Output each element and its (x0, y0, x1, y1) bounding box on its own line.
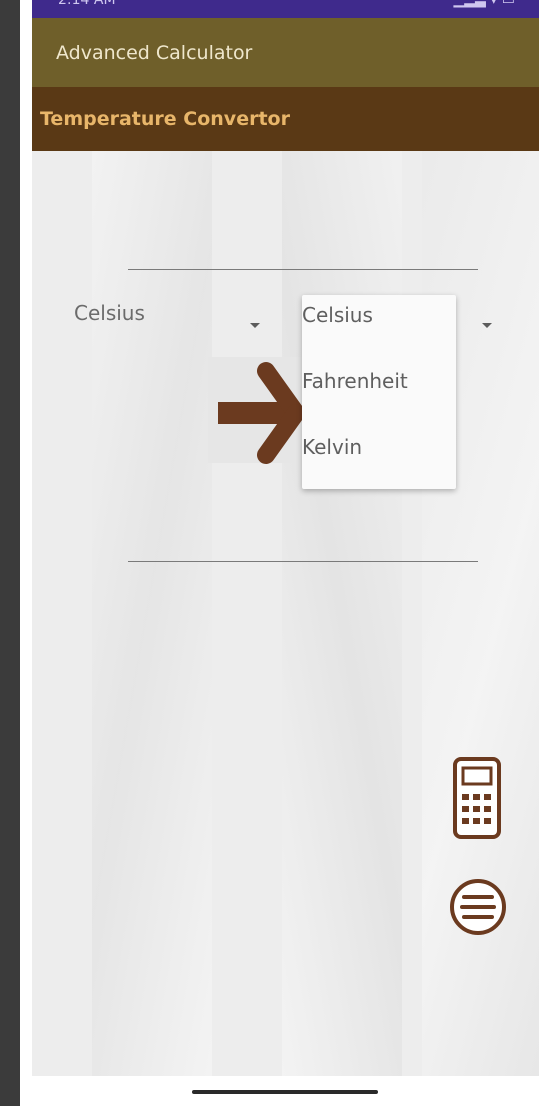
section-title: Temperature Convertor (40, 108, 290, 130)
background-facet (92, 151, 212, 1076)
background-facet (282, 151, 402, 1076)
signal-icon: ▁▂▃ (453, 0, 486, 8)
arrow-right-icon[interactable] (208, 357, 308, 467)
dropdown-option-kelvin[interactable]: Kelvin (302, 435, 456, 459)
app-title: Advanced Calculator (56, 42, 253, 64)
home-indicator[interactable] (192, 1090, 378, 1094)
to-unit-dropdown[interactable]: Celsius Fahrenheit Kelvin (302, 295, 456, 489)
input-value-field[interactable] (128, 269, 478, 270)
section-header: Temperature Convertor (32, 87, 539, 151)
dropdown-option-celsius[interactable]: Celsius (302, 303, 456, 327)
output-value-field (128, 561, 478, 562)
converter-panel: Celsius Celsius Fahrenheit Kelvin (32, 151, 539, 1076)
background-facet (422, 151, 539, 1076)
status-bar: 2:14 AM ▁▂▃ ▾ ▭ (32, 0, 539, 18)
from-caret-down-icon (250, 323, 260, 328)
app-bar: Advanced Calculator (32, 18, 539, 87)
to-caret-down-icon[interactable] (482, 323, 492, 328)
calculator-icon[interactable] (452, 756, 502, 840)
left-edge (0, 0, 20, 1106)
battery-icon: ▭ (501, 0, 515, 8)
navigation-bar (32, 1076, 539, 1106)
from-unit-label: Celsius (74, 301, 145, 325)
status-time: 2:14 AM (58, 0, 116, 8)
status-icons: ▁▂▃ ▾ ▭ (454, 0, 515, 8)
wifi-icon: ▾ (490, 0, 498, 8)
dropdown-option-fahrenheit[interactable]: Fahrenheit (302, 369, 456, 393)
menu-icon[interactable] (448, 877, 508, 937)
